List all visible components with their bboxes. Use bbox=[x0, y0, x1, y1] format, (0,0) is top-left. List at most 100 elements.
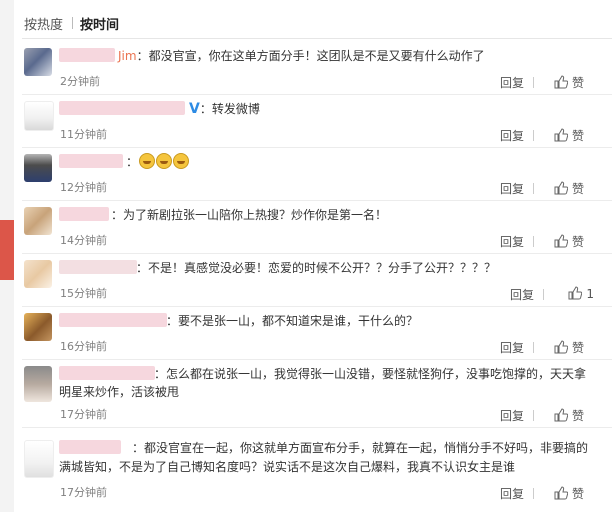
comment-time: 17分钟前 bbox=[60, 486, 107, 499]
tab-sort-by-hot[interactable]: 按热度 bbox=[24, 14, 63, 33]
username-suffix[interactable]: Jim bbox=[118, 49, 137, 63]
action-divider bbox=[533, 236, 534, 247]
avatar[interactable] bbox=[24, 101, 54, 131]
thumbs-up-icon bbox=[554, 128, 568, 142]
like-button[interactable]: 赞 bbox=[554, 233, 584, 250]
comment-item: ：不是！真感觉没必要！恋爱的时候不公开？？分手了公开？？？？ 15分钟前 回复 … bbox=[14, 254, 616, 307]
action-divider bbox=[533, 130, 534, 141]
avatar[interactable] bbox=[24, 48, 52, 76]
comment-item: ：都没官宣在一起，你这就单方面宣布分手，就算在一起，悄悄分手不好吗，非要搞的 满… bbox=[14, 434, 616, 506]
username-blurred[interactable] bbox=[59, 207, 109, 221]
like-button[interactable]: 赞 bbox=[554, 74, 584, 91]
username-blurred[interactable] bbox=[59, 48, 115, 62]
comment-body-continued: 明星来炒作，活该被甩 bbox=[59, 383, 179, 401]
laughing-emoji-icon bbox=[173, 153, 190, 169]
thumbs-up-icon bbox=[568, 286, 583, 300]
reply-button[interactable]: 回复 bbox=[500, 339, 524, 356]
like-button[interactable]: 赞 bbox=[554, 485, 584, 502]
reply-button[interactable]: 回复 bbox=[500, 407, 524, 424]
comment-time: 15分钟前 bbox=[60, 287, 107, 300]
like-label: 赞 bbox=[571, 235, 584, 249]
action-divider bbox=[533, 410, 534, 421]
username-blurred[interactable] bbox=[59, 440, 121, 454]
avatar[interactable] bbox=[24, 366, 52, 402]
reply-button[interactable]: 回复 bbox=[500, 233, 524, 250]
thumbs-up-icon bbox=[554, 408, 568, 422]
username-blurred[interactable] bbox=[59, 154, 123, 168]
comment-text: ：都没官宣，你在这单方面分手！这团队是不是又要有什么动作了 bbox=[136, 49, 485, 63]
reply-button[interactable]: 回复 bbox=[500, 180, 524, 197]
action-divider bbox=[533, 77, 534, 88]
action-divider bbox=[533, 342, 534, 353]
like-button[interactable]: 1 bbox=[568, 286, 594, 301]
thumbs-up-icon bbox=[554, 234, 568, 248]
comment-panel: 按热度 按时间 Jim：都没官宣，你在这单方面分手！这团队是不是又要有什么动作了… bbox=[14, 0, 616, 512]
comment-item: ： 12分钟前 回复 赞 bbox=[14, 148, 616, 201]
action-divider bbox=[533, 183, 534, 194]
thumbs-up-icon bbox=[554, 340, 568, 354]
comment-body: ：要不是张一山，都不知道宋是谁，干什么的？ bbox=[166, 312, 418, 330]
like-button[interactable]: 赞 bbox=[554, 339, 584, 356]
avatar[interactable] bbox=[24, 440, 54, 478]
comment-item: ：要不是张一山，都不知道宋是谁，干什么的？ 16分钟前 回复 赞 bbox=[14, 307, 616, 360]
thumbs-up-icon bbox=[554, 181, 568, 195]
like-label: 赞 bbox=[571, 182, 584, 196]
comment-text: ：要不是张一山，都不知道宋是谁，干什么的？ bbox=[166, 314, 419, 328]
reply-button[interactable]: 回复 bbox=[500, 74, 524, 91]
like-button[interactable]: 赞 bbox=[554, 407, 584, 424]
comment-time: 11分钟前 bbox=[60, 128, 107, 141]
comment-text-line1: ：怎么都在说张一山，我觉得张一山没错，要怪就怪狗仔，没事吃饱撑的，天天拿 bbox=[154, 367, 587, 381]
left-edge-accent bbox=[0, 220, 14, 280]
comment-body: ：为了新剧拉张一山陪你上热搜？炒作你是第一名！ bbox=[111, 206, 387, 224]
comment-time: 14分钟前 bbox=[60, 234, 107, 247]
comment-text: ：不是！真感觉没必要！恋爱的时候不公开？？分手了公开？？？？ bbox=[136, 261, 497, 275]
like-button[interactable]: 赞 bbox=[554, 127, 584, 144]
comment-body-continued: 满城皆知，不是为了自己博知名度吗？说实话不是这次自己爆料，我真不认识女主是谁 bbox=[59, 458, 515, 476]
comment-item: ：怎么都在说张一山，我觉得张一山没错，要怪就怪狗仔，没事吃饱撑的，天天拿 明星来… bbox=[14, 360, 616, 428]
comment-body: ：怎么都在说张一山，我觉得张一山没错，要怪就怪狗仔，没事吃饱撑的，天天拿 bbox=[154, 365, 586, 383]
reply-button[interactable]: 回复 bbox=[500, 485, 524, 502]
tabs-divider bbox=[22, 38, 612, 39]
comment-text: ：为了新剧拉张一山陪你上热搜？炒作你是第一名！ bbox=[111, 208, 388, 222]
comment-text-line1: ：都没官宣在一起，你这就单方面宣布分手，就算在一起，悄悄分手不好吗，非要搞的 bbox=[132, 441, 589, 455]
reply-button[interactable]: 回复 bbox=[510, 286, 534, 303]
comment-divider bbox=[22, 427, 612, 428]
reply-button[interactable]: 回复 bbox=[500, 127, 524, 144]
username-blurred[interactable] bbox=[59, 366, 155, 380]
like-button[interactable]: 赞 bbox=[554, 180, 584, 197]
laughing-emoji-icon bbox=[156, 153, 173, 169]
username-blurred[interactable] bbox=[59, 313, 167, 327]
left-edge bbox=[0, 0, 14, 512]
avatar[interactable] bbox=[24, 313, 52, 341]
comment-time: 17分钟前 bbox=[60, 408, 107, 421]
comment-body: ：都没官宣在一起，你这就单方面宣布分手，就算在一起，悄悄分手不好吗，非要搞的 bbox=[132, 439, 588, 457]
like-label: 赞 bbox=[571, 341, 584, 355]
username-blurred[interactable] bbox=[59, 260, 137, 274]
avatar[interactable] bbox=[24, 207, 52, 235]
action-divider bbox=[533, 488, 534, 499]
comment-item: ：为了新剧拉张一山陪你上热搜？炒作你是第一名！ 14分钟前 回复 赞 bbox=[14, 201, 616, 254]
comment-text: ： bbox=[126, 155, 139, 169]
comment-text-line2: 明星来炒作，活该被甩 bbox=[59, 385, 180, 399]
comment-time: 2分钟前 bbox=[60, 75, 100, 88]
comment-body: ：不是！真感觉没必要！恋爱的时候不公开？？分手了公开？？？？ bbox=[136, 259, 496, 277]
comment-text: ：转发微博 bbox=[199, 102, 260, 116]
like-label: 赞 bbox=[571, 487, 584, 501]
tab-sort-by-time[interactable]: 按时间 bbox=[80, 14, 119, 33]
thumbs-up-icon bbox=[554, 75, 568, 89]
comment-body: Jim：都没官宣，你在这单方面分手！这团队是不是又要有什么动作了 bbox=[118, 47, 485, 65]
verified-badge-icon: V bbox=[189, 101, 200, 117]
username-blurred[interactable] bbox=[59, 101, 185, 115]
comment-item: Jim：都没官宣，你在这单方面分手！这团队是不是又要有什么动作了 2分钟前 回复… bbox=[14, 42, 616, 95]
comment-body: V：转发微博 bbox=[187, 100, 260, 118]
thumbs-up-icon bbox=[554, 486, 568, 500]
comment-time: 12分钟前 bbox=[60, 181, 107, 194]
laughing-emoji-icon bbox=[139, 153, 156, 169]
avatar[interactable] bbox=[24, 154, 52, 182]
like-label: 赞 bbox=[571, 76, 584, 90]
like-count: 1 bbox=[586, 287, 594, 301]
like-label: 赞 bbox=[571, 409, 584, 423]
avatar[interactable] bbox=[24, 260, 52, 288]
comment-time: 16分钟前 bbox=[60, 340, 107, 353]
action-divider bbox=[543, 289, 544, 300]
